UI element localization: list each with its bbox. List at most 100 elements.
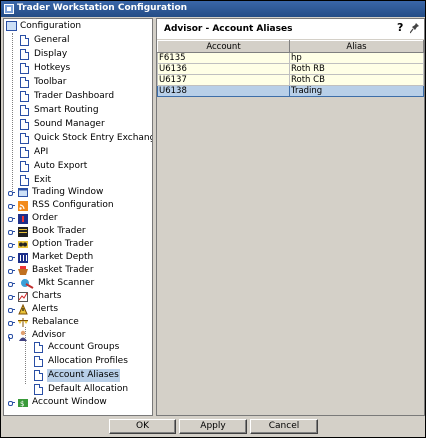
expand-handle-icon[interactable]: [8, 229, 15, 235]
tree-item-label: Smart Routing: [34, 105, 99, 115]
alias-cell[interactable]: Roth CB: [289, 74, 424, 86]
tree-item-label: Basket Trader: [32, 265, 94, 275]
app-icon: [4, 4, 14, 14]
account-window-icon: $: [18, 399, 28, 408]
page-icon: [20, 175, 29, 186]
tree-item-label: Hotkeys: [34, 63, 71, 73]
settings-panel: Advisor - Account Aliases ? Account Alia…: [156, 18, 425, 416]
page-icon: [20, 77, 29, 88]
account-cell[interactable]: F6135: [157, 52, 290, 64]
page-icon: [20, 119, 29, 130]
alias-cell[interactable]: Roth RB: [289, 63, 424, 75]
expand-handle-icon[interactable]: [8, 242, 15, 248]
expand-handle-icon[interactable]: [8, 203, 15, 209]
tree-item-label: Quick Stock Entry Exchanges: [34, 133, 153, 143]
rss-icon: [18, 201, 28, 211]
tree-item-label: Toolbar: [34, 77, 67, 87]
table-row-selected[interactable]: U6138 Trading: [157, 85, 424, 97]
expand-handle-icon[interactable]: [8, 281, 15, 287]
basket-trader-icon: [18, 266, 28, 275]
tree-item-label: Option Trader: [32, 239, 94, 249]
pin-icon[interactable]: [410, 22, 420, 34]
tree-item-label: Trading Window: [32, 187, 104, 197]
chart-icon: [18, 292, 28, 302]
account-cell[interactable]: U6136: [157, 63, 290, 75]
tree-item-label: Book Trader: [32, 226, 86, 236]
page-icon: [34, 342, 43, 353]
button-bar: OK Apply Cancel: [1, 417, 425, 437]
expand-handle-icon[interactable]: [8, 216, 15, 222]
cancel-button[interactable]: Cancel: [250, 419, 318, 434]
alert-icon: [18, 304, 28, 315]
tree-item-label: Default Allocation: [48, 384, 129, 394]
tree-item-label: Rebalance: [32, 317, 79, 327]
alias-cell[interactable]: hp: [289, 52, 424, 64]
column-header-alias[interactable]: Alias: [289, 40, 424, 53]
tree-item-label: Charts: [32, 291, 62, 301]
market-depth-icon: [18, 253, 28, 263]
rebalance-icon: [18, 318, 28, 327]
page-icon: [34, 384, 43, 395]
expand-handle-icon[interactable]: [8, 400, 15, 406]
page-icon: [20, 35, 29, 46]
page-icon: [20, 105, 29, 116]
scanner-icon: [21, 279, 34, 289]
expand-handle-icon[interactable]: [8, 255, 15, 261]
title-bar: Trader Workstation Configuration: [1, 1, 425, 17]
configuration-icon: [6, 21, 17, 31]
page-icon: [20, 49, 29, 60]
page-icon: [20, 133, 29, 144]
tree-item-label: Account Aliases: [47, 369, 120, 382]
option-trader-icon: [18, 241, 28, 248]
tree-item-label: Auto Export: [34, 161, 88, 171]
tree-item-label: Account Groups: [48, 342, 120, 352]
config-window: Trader Workstation Configuration Configu…: [0, 0, 426, 438]
tree-root-label: Configuration: [20, 21, 82, 31]
page-icon: [20, 91, 29, 102]
tree-item-label: Order: [32, 213, 58, 223]
page-icon: [20, 161, 29, 172]
collapse-handle-icon[interactable]: [8, 333, 14, 341]
tree-item-label: Alerts: [32, 304, 59, 314]
book-trader-icon: [18, 227, 28, 237]
panel-header: Advisor - Account Aliases ?: [157, 19, 424, 39]
expand-handle-icon[interactable]: [8, 307, 15, 313]
aliases-table: Account Alias F6135 hp U6136 Roth RB U61…: [157, 40, 424, 97]
apply-button[interactable]: Apply: [179, 419, 247, 434]
table-row[interactable]: U6136 Roth RB: [157, 63, 424, 75]
table-row[interactable]: U6137 Roth CB: [157, 74, 424, 86]
aliases-table-area: Account Alias F6135 hp U6136 Roth RB U61…: [157, 39, 424, 415]
column-header-account[interactable]: Account: [157, 40, 290, 53]
tree-item-label: Market Depth: [32, 252, 94, 262]
tree-item-label: RSS Configuration: [32, 200, 114, 210]
tree-item-label: Display: [34, 49, 68, 59]
tree-item-label: Allocation Profiles: [48, 356, 128, 366]
expand-handle-icon[interactable]: [8, 320, 15, 326]
account-cell[interactable]: U6137: [157, 74, 290, 86]
expand-handle-icon[interactable]: [8, 190, 15, 196]
window-title: Trader Workstation Configuration: [17, 3, 188, 13]
panel-title: Advisor - Account Aliases: [164, 24, 293, 34]
tree-item-label: API: [34, 147, 49, 157]
page-icon: [34, 356, 43, 367]
alias-cell[interactable]: Trading: [289, 85, 424, 97]
advisor-icon: [19, 330, 27, 341]
ok-button[interactable]: OK: [109, 419, 176, 434]
order-icon: [18, 214, 28, 224]
tree-item-label: General: [34, 35, 70, 45]
tree-item-label: Sound Manager: [34, 119, 105, 129]
tree-guide-line: [12, 33, 13, 195]
tree-item-label: Trader Dashboard: [34, 91, 115, 101]
tree-item-label: Mkt Scanner: [38, 278, 95, 288]
expand-handle-icon[interactable]: [8, 294, 15, 300]
help-icon[interactable]: ?: [397, 21, 403, 34]
trading-window-icon: [18, 188, 28, 197]
table-row[interactable]: F6135 hp: [157, 52, 424, 64]
expand-handle-icon[interactable]: [8, 268, 15, 274]
svg-text:$: $: [20, 400, 24, 408]
config-tree: Configuration General Display Hotkeys To…: [3, 18, 153, 416]
page-icon: [20, 147, 29, 158]
account-cell[interactable]: U6138: [157, 85, 290, 97]
page-icon: [20, 63, 29, 74]
page-icon: [34, 370, 43, 381]
